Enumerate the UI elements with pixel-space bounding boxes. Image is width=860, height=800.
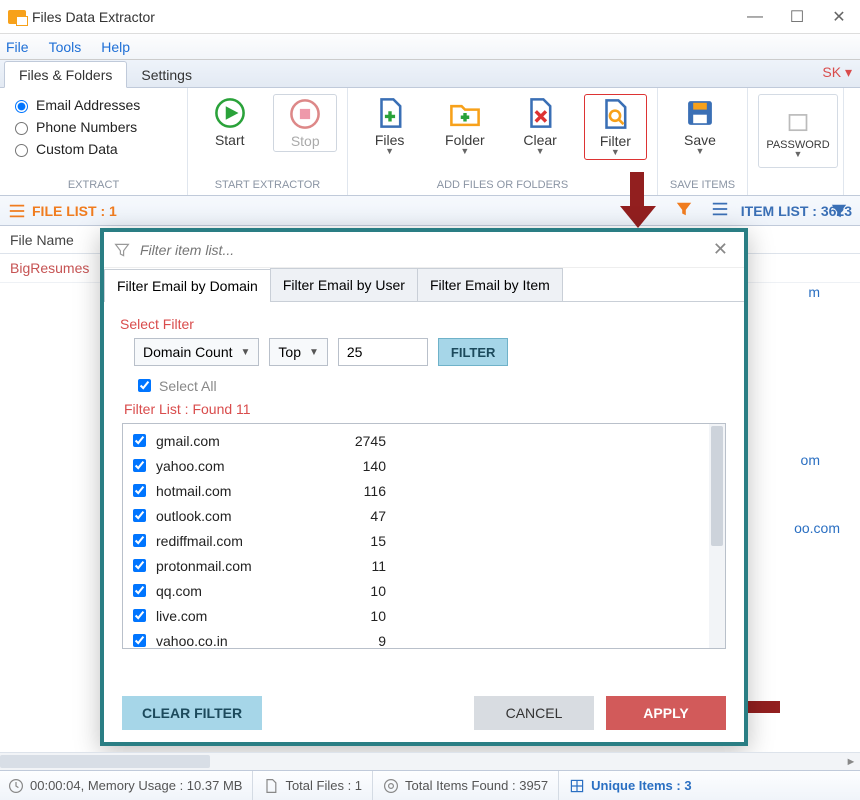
list-icon: [8, 202, 26, 220]
app-icon: [8, 10, 26, 24]
filter-row-4[interactable]: rediffmail.com15: [129, 528, 707, 553]
filter-count-input[interactable]: [338, 338, 428, 366]
user-menu[interactable]: SK ▾: [822, 64, 852, 81]
apply-button[interactable]: APPLY: [606, 696, 726, 730]
filter-row-1[interactable]: yahoo.com140: [129, 453, 707, 478]
radio-email[interactable]: Email Addresses: [10, 94, 177, 116]
menubar: File Tools Help: [0, 34, 860, 60]
folder-plus-icon: [448, 96, 482, 130]
radio-custom[interactable]: Custom Data: [10, 138, 177, 160]
listbox-scrollbar[interactable]: [709, 424, 725, 648]
select-filter-label: Select Filter: [120, 316, 728, 332]
extract-mode-group: Email Addresses Phone Numbers Custom Dat…: [10, 94, 177, 160]
annotation-arrow-filter: [620, 172, 654, 230]
filter-row-6[interactable]: qq.com10: [129, 578, 707, 603]
tab-filter-user[interactable]: Filter Email by User: [270, 268, 418, 301]
filter-run-button[interactable]: FILTER: [438, 338, 509, 366]
combo-top[interactable]: Top▼: [269, 338, 327, 366]
cancel-button[interactable]: CANCEL: [474, 696, 594, 730]
tab-filter-domain[interactable]: Filter Email by Domain: [104, 269, 271, 302]
stop-button[interactable]: Stop: [273, 94, 337, 152]
status-total-files: Total Files : 1: [285, 778, 362, 793]
group-label-extract: EXTRACT: [10, 179, 177, 193]
titlebar: Files Data Extractor — ☐ ✕: [0, 0, 860, 34]
filter-row-8[interactable]: vahoo.co.in9: [129, 628, 707, 649]
dialog-close-button[interactable]: ✕: [707, 235, 734, 264]
grid-icon: [569, 778, 585, 794]
close-button[interactable]: ✕: [818, 1, 860, 33]
file-list-label: FILE LIST : 1: [32, 203, 117, 219]
ribbon-tabstrip: Files & Folders Settings SK ▾: [0, 60, 860, 88]
combo-domain-count[interactable]: Domain Count▼: [134, 338, 259, 366]
clear-filter-button[interactable]: CLEAR FILTER: [122, 696, 262, 730]
password-button[interactable]: PASSWORD▼: [758, 94, 838, 168]
file-search-icon: [598, 97, 632, 131]
col-file-name: File Name: [10, 232, 74, 248]
menu-help[interactable]: Help: [101, 39, 130, 55]
item-filter-icon[interactable]: [830, 202, 848, 225]
window-title: Files Data Extractor: [32, 9, 155, 25]
add-files-button[interactable]: Files▼: [358, 94, 421, 158]
group-label-start: START EXTRACTOR: [198, 179, 337, 193]
save-icon: [683, 96, 717, 130]
filter-row-2[interactable]: hotmail.com116: [129, 478, 707, 503]
file-filter-icon[interactable]: [675, 200, 699, 221]
save-button[interactable]: Save▼: [668, 94, 732, 158]
maximize-button[interactable]: ☐: [776, 1, 818, 33]
menu-tools[interactable]: Tools: [49, 39, 82, 55]
filter-list-label: Filter List : Found 11: [124, 401, 728, 417]
filter-dialog: ✕ Filter Email by Domain Filter Email by…: [100, 228, 748, 746]
group-label-save: SAVE ITEMS: [668, 179, 737, 193]
list-header-strip: FILE LIST : 1 ITEM LIST : 3623: [0, 196, 860, 226]
filter-button[interactable]: Filter▼: [584, 94, 647, 160]
horizontal-scrollbar[interactable]: ◄►: [0, 752, 860, 770]
clock-icon: [8, 778, 24, 794]
filter-listbox: gmail.com2745yahoo.com140hotmail.com116o…: [122, 423, 726, 649]
peek-text-1: m: [808, 284, 820, 300]
file-x-icon: [523, 96, 557, 130]
file-icon: [263, 778, 279, 794]
clear-button[interactable]: Clear▼: [509, 94, 572, 158]
tab-files-folders[interactable]: Files & Folders: [4, 61, 127, 88]
tab-filter-item[interactable]: Filter Email by Item: [417, 268, 563, 301]
peek-text-3: oo.com: [794, 520, 840, 536]
play-icon: [213, 96, 247, 130]
tab-settings[interactable]: Settings: [127, 62, 206, 87]
minimize-button[interactable]: —: [734, 1, 776, 33]
statusbar: 00:00:04, Memory Usage : 10.37 MB Total …: [0, 770, 860, 800]
status-unique-items: Unique Items : 3: [591, 778, 691, 793]
start-button[interactable]: Start: [198, 94, 261, 150]
filter-row-0[interactable]: gmail.com2745: [129, 428, 707, 453]
at-icon: [383, 778, 399, 794]
menu-file[interactable]: File: [6, 39, 29, 55]
peek-text-2: om: [801, 452, 820, 468]
add-folder-button[interactable]: Folder▼: [433, 94, 496, 158]
radio-phone[interactable]: Phone Numbers: [10, 116, 177, 138]
funnel-icon: [114, 242, 130, 258]
password-icon: [781, 103, 815, 137]
ribbon: Email Addresses Phone Numbers Custom Dat…: [0, 88, 860, 196]
status-time-memory: 00:00:04, Memory Usage : 10.37 MB: [30, 778, 242, 793]
filter-row-7[interactable]: live.com10: [129, 603, 707, 628]
item-list-icon: [711, 200, 735, 221]
filter-row-5[interactable]: protonmail.com11: [129, 553, 707, 578]
filter-row-3[interactable]: outlook.com47: [129, 503, 707, 528]
status-total-items: Total Items Found : 3957: [405, 778, 548, 793]
stop-icon: [288, 97, 322, 131]
select-all-checkbox[interactable]: Select All: [134, 376, 728, 395]
file-plus-icon: [373, 96, 407, 130]
dialog-search-input[interactable]: [138, 241, 707, 259]
group-label-add: ADD FILES OR FOLDERS: [358, 179, 647, 193]
